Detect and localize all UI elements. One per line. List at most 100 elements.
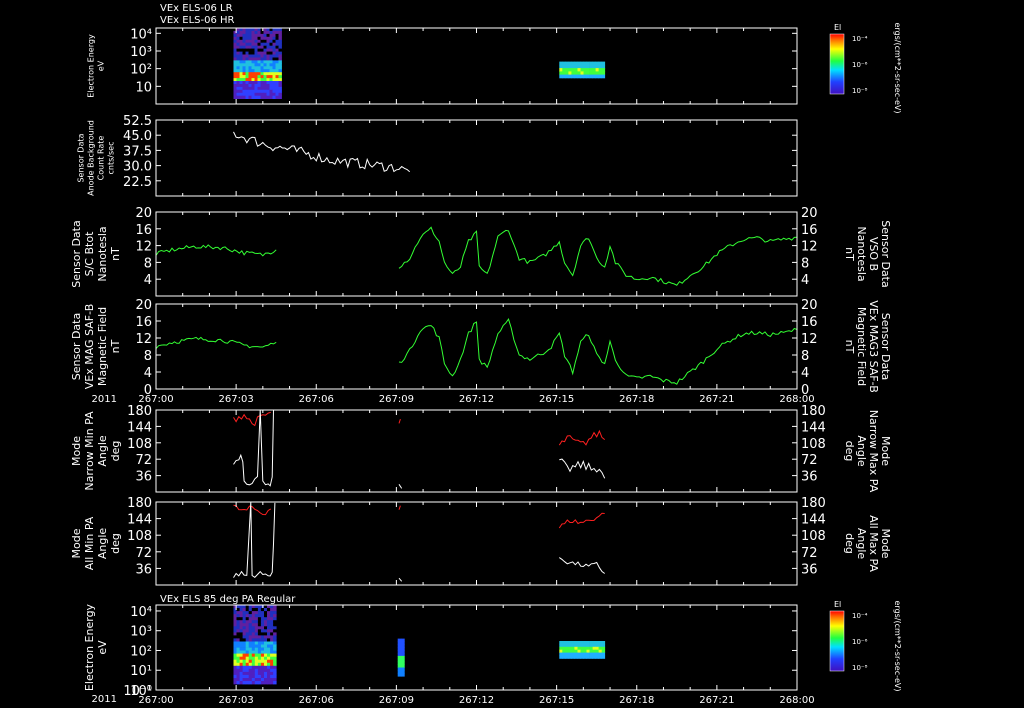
series-red-line-1 [233, 504, 272, 516]
y-tick-label-right: 36 [801, 562, 818, 577]
panel-4: 0 04 48 812 1216 1620 20Sensor Data VEx MAG SAF… [70, 298, 892, 405]
y-tick-label: 180 [127, 404, 152, 419]
y-tick-label: 52.5 [123, 114, 152, 129]
y-tick-label-right: 36 [801, 470, 818, 485]
y-axis-label-line: Mode [70, 528, 83, 558]
y-tick-label: 12 [135, 332, 152, 347]
x-tick-label: 267:18 [619, 394, 654, 405]
series-red-line-1 [233, 411, 271, 427]
y-axis-label-line: nT [109, 339, 122, 353]
panel-frame [155, 119, 798, 197]
spectrogram-block-segment [559, 61, 606, 79]
multi-panel-plot: VEx ELS-06 LR VEx ELS-06 HR VEx ELS 85 d… [70, 3, 902, 706]
panel-2: 22.530.037.545.052.5 Sensor Data Anode Bac… [77, 114, 798, 197]
series-white-line-3 [559, 458, 606, 479]
right-axis-label-line: nT [843, 247, 856, 261]
x-tick-label: 267:15 [539, 695, 574, 706]
y-axis-label-line: Electron Energy [83, 603, 96, 691]
colorbar-unit-label: ergs/(cm**2-sr-sec-eV) [893, 22, 902, 113]
y-tick-label: 10⁴ [130, 27, 152, 42]
y-tick-label-right: 16 [801, 315, 818, 330]
series-green-line-2 [398, 226, 798, 286]
y-tick-label-right: 72 [801, 546, 818, 561]
y-tick-label: 20 [135, 298, 152, 313]
colorbar-tick-label: 10⁻⁸ [852, 87, 868, 95]
colorbar-tick-label: 10⁻⁶ [852, 638, 868, 646]
y-axis-label-line: S/C Btot [83, 231, 96, 276]
x-tick-label: 267:06 [299, 695, 334, 706]
y-tick-label: 108 [127, 529, 152, 544]
spectrogram-block-spike [397, 638, 405, 677]
y-axis-label: Electron Energy eV [87, 34, 106, 98]
y-axis-label-line: cnts/sec [107, 142, 116, 175]
y-axis-label-line: Electron Energy [87, 34, 96, 98]
y-tick-label: 10 [135, 80, 152, 95]
series-red-line-2 [398, 505, 401, 510]
y-tick-label: 10¹ [130, 664, 152, 679]
y-axis-label-line: Sensor Data [70, 220, 83, 287]
colorbar-tick-label: 10⁻⁴ [852, 612, 868, 620]
y-tick-label: 37.5 [123, 144, 152, 159]
panel-6: 36 3672 72108 108144 144180 180Mode All Min PA… [70, 496, 892, 586]
y-axis-label-line: VEx MAG SAF-B [83, 304, 96, 390]
y-tick-label: 45.0 [123, 129, 152, 144]
right-axis-label-line: deg [843, 441, 856, 462]
y-tick-label-right: 108 [801, 529, 826, 544]
y-tick-label: 144 [127, 513, 152, 528]
y-axis-label-line: deg [109, 441, 122, 462]
y-tick-label: 36 [135, 470, 152, 485]
colorbar-unit-label: ergs/(cm**2-sr-sec-eV) [893, 600, 902, 691]
colorbar-title: El [834, 600, 841, 609]
y-tick-label: 4 [144, 366, 152, 381]
y-axis-label-line: All Min PA [83, 516, 96, 570]
y-axis-label-line: Sensor Data [70, 313, 83, 380]
y-tick-label: 16 [135, 315, 152, 330]
y-tick-label-right: 180 [801, 496, 826, 511]
y-tick-label-right: 4 [801, 366, 809, 381]
x-tick-label: 267:09 [379, 394, 414, 405]
x-tick-label: 267:12 [459, 394, 494, 405]
y-tick-label: 4 [144, 273, 152, 288]
y-axis-label-line: Angle [96, 435, 109, 467]
y-tick-label-right: 12 [801, 240, 818, 255]
spectrogram-block-survey [233, 28, 282, 99]
y-tick-label: 10³ [130, 625, 152, 640]
y-axis-label-line: Magnetic Field [96, 307, 109, 386]
series-white-line-2 [398, 577, 403, 582]
spectrogram-block-survey [233, 605, 277, 685]
y-tick-label-right: 20 [801, 206, 818, 221]
header-line-2: VEx ELS-06 HR [160, 15, 235, 26]
y-tick-label: 10⁴ [130, 605, 152, 620]
y-tick-label: 8 [144, 256, 152, 271]
series-green-line-1 [155, 336, 277, 349]
y-tick-label: 12 [135, 240, 152, 255]
colorbar-tick-label: 10⁻⁴ [852, 35, 868, 43]
y-axis-label: Electron Energy eV [83, 603, 109, 691]
y-axis-label-line: Angle [96, 528, 109, 560]
y-axis-label-line: eV [97, 60, 106, 71]
x-tick-label: 267:00 [138, 695, 173, 706]
y-tick-label-right: 20 [801, 298, 818, 313]
panel-7: El10⁻⁴10⁻⁶10⁻⁸ ergs/(cm**2-sr-sec-eV)10⁰1… [83, 600, 902, 706]
series-white-line-1 [233, 409, 274, 487]
y-tick-label-right: 72 [801, 453, 818, 468]
x-tick-label: 267:12 [459, 695, 494, 706]
bottom-panel-header: VEx ELS 85 deg PA Regular [160, 594, 296, 605]
right-axis-label: Sensor DataVEx MAG3 SAF-BMagnetic Fieldn… [843, 300, 892, 393]
right-axis-label-line: nT [843, 340, 856, 354]
year-label-bottom: 2011 [92, 694, 117, 705]
y-tick-label: 108 [127, 437, 152, 452]
y-tick-label: 180 [127, 496, 152, 511]
y-tick-label-right: 4 [801, 273, 809, 288]
panel-frame [155, 409, 798, 493]
x-tick-label: 268:00 [779, 695, 814, 706]
y-axis-label-line: Narrow Min PA [83, 411, 96, 491]
panel-1: El 10⁻⁴ 10⁻⁶ 10⁻⁸ ergs/(cm**2-sr-sec-eV) 10 10… [87, 22, 902, 113]
header-line-1: VEx ELS-06 LR [160, 3, 233, 14]
series-green-line-2 [398, 317, 798, 385]
y-axis-label: Sensor Data S/C Btot Nanotesla nT [70, 220, 122, 287]
y-tick-label-right: 12 [801, 332, 818, 347]
y-tick-label: 16 [135, 223, 152, 238]
series-red-line-2 [398, 418, 401, 424]
y-axis-label: Sensor Data Anode Background Count Rate cnt… [77, 120, 116, 196]
